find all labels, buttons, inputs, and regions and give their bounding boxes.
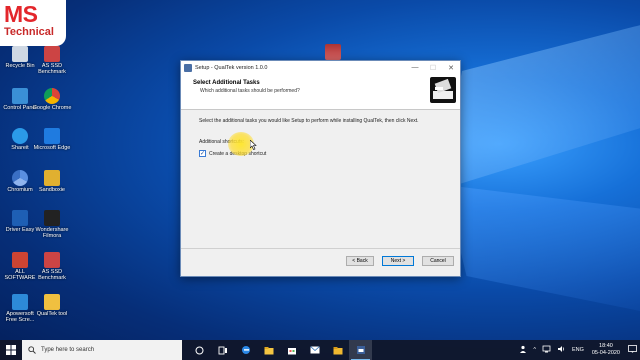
driver-easy-icon — [12, 210, 28, 226]
start-button[interactable] — [0, 340, 22, 360]
desktop-icon-label: Sandboxie — [39, 187, 65, 193]
wallpaper-light-beam — [440, 20, 640, 190]
desktop-icon-edge[interactable]: Microsoft Edge — [32, 128, 72, 151]
wizard-header: Select Additional Tasks Which additional… — [181, 74, 460, 110]
setup-wizard-icon — [430, 77, 456, 103]
setup-app-icon — [184, 63, 192, 72]
channel-logo: MS Technical — [0, 0, 66, 46]
cortana-icon — [195, 346, 204, 354]
mail-icon — [309, 346, 320, 354]
description-text: Select the additional tasks you would li… — [199, 118, 419, 124]
desktop-icon-label: QualTek tool — [36, 311, 68, 317]
apowersoft-icon — [12, 294, 28, 310]
desktop-icon-label: AS SSD Benchmark — [38, 63, 66, 75]
setup-app-icon — [356, 346, 365, 354]
filmora-icon — [44, 210, 60, 226]
volume-icon[interactable] — [557, 345, 566, 355]
search-icon — [28, 346, 36, 354]
wallpaper-light-beam — [445, 185, 640, 315]
file-explorer-icon — [264, 346, 273, 354]
taskbar-search-box[interactable]: Type here to search — [22, 340, 182, 360]
desktop-icon-label: Google Chrome — [32, 105, 72, 111]
people-icon[interactable] — [519, 345, 527, 355]
clock[interactable]: 18:40 05-04-2020 — [592, 343, 620, 357]
archive-icon — [12, 252, 28, 268]
folder-icon — [44, 294, 60, 310]
page-subtitle: Which additional tasks should be perform… — [200, 88, 300, 94]
edge-icon — [241, 346, 250, 354]
setup-taskbar-button[interactable] — [349, 340, 372, 360]
back-button[interactable]: < Back — [346, 256, 374, 266]
store-icon — [287, 348, 296, 355]
edge-icon — [44, 128, 60, 144]
taskbar-apps — [188, 340, 372, 360]
desktop-icon-installer[interactable] — [313, 44, 353, 61]
close-button[interactable]: ✕ — [442, 61, 460, 74]
language-indicator[interactable]: ENG — [572, 347, 584, 353]
sandboxie-icon — [44, 170, 60, 186]
desktop-icon-as-ssd-2[interactable]: AS SSD Benchmark — [32, 252, 72, 281]
task-view-icon — [218, 346, 227, 354]
benchmark-icon — [44, 46, 60, 62]
next-button[interactable]: Next > — [382, 256, 414, 266]
maximize-button[interactable]: ☐ — [424, 61, 442, 74]
chrome-icon — [44, 88, 60, 104]
clock-date: 05-04-2020 — [591, 350, 620, 356]
control-panel-icon — [12, 88, 28, 104]
folder-icon — [333, 346, 342, 354]
clock-time: 18:40 — [599, 343, 613, 349]
notification-icon[interactable] — [628, 345, 637, 355]
desktop-icon-filmora[interactable]: Wondershare Filmora — [32, 210, 72, 239]
minimize-button[interactable]: — — [406, 61, 424, 74]
system-tray: ^ ENG 18:40 05-04-2020 — [516, 340, 640, 360]
installer-icon — [325, 44, 341, 60]
shareit-icon — [12, 128, 28, 144]
task-view-button[interactable] — [211, 340, 234, 360]
wizard-body: Select the additional tasks you would li… — [181, 110, 460, 250]
edge-taskbar-button[interactable] — [234, 340, 257, 360]
mail-button[interactable] — [303, 340, 326, 360]
windows-logo-icon — [6, 345, 16, 355]
file-explorer-button[interactable] — [257, 340, 280, 360]
cancel-button[interactable]: Cancel — [422, 256, 454, 266]
window-title: Setup - QualTek version 1.0.0 — [195, 64, 268, 71]
desktop-icon-label: AS SSD Benchmark — [38, 269, 66, 281]
page-title: Select Additional Tasks — [193, 80, 260, 86]
folder-taskbar-button[interactable] — [326, 340, 349, 360]
logo-text-ms: MS — [4, 1, 38, 27]
desktop-icon-sandboxie[interactable]: Sandboxie — [32, 170, 72, 193]
store-button[interactable] — [280, 340, 303, 360]
cortana-button[interactable] — [188, 340, 211, 360]
chevron-up-icon[interactable]: ^ — [533, 347, 536, 353]
recycle-bin-icon — [12, 46, 28, 62]
desktop-icon-label: Microsoft Edge — [33, 145, 71, 151]
desktop-icon-qualtek-tool[interactable]: QualTek tool — [32, 294, 72, 317]
wizard-footer: < Back Next > Cancel — [181, 248, 460, 276]
benchmark-icon — [44, 252, 60, 268]
setup-window[interactable]: Setup - QualTek version 1.0.0 — ☐ ✕ Sele… — [180, 60, 461, 277]
search-placeholder: Type here to search — [41, 347, 95, 353]
taskbar: Type here to search ^ ENG 18:40 05-04-20… — [0, 340, 640, 360]
chromium-icon — [12, 170, 28, 186]
desktop-icon-as-ssd[interactable]: AS SSD Benchmark — [32, 46, 72, 75]
desktop-icon-label: Wondershare Filmora — [35, 227, 69, 239]
desktop-shortcut-checkbox[interactable]: ✓ — [199, 150, 206, 157]
network-icon[interactable] — [542, 345, 551, 355]
mouse-pointer-icon — [250, 140, 257, 150]
desktop-icon-chrome[interactable]: Google Chrome — [32, 88, 72, 111]
window-titlebar[interactable]: Setup - QualTek version 1.0.0 — ☐ ✕ — [181, 61, 460, 74]
logo-text-technical: Technical — [4, 26, 54, 38]
